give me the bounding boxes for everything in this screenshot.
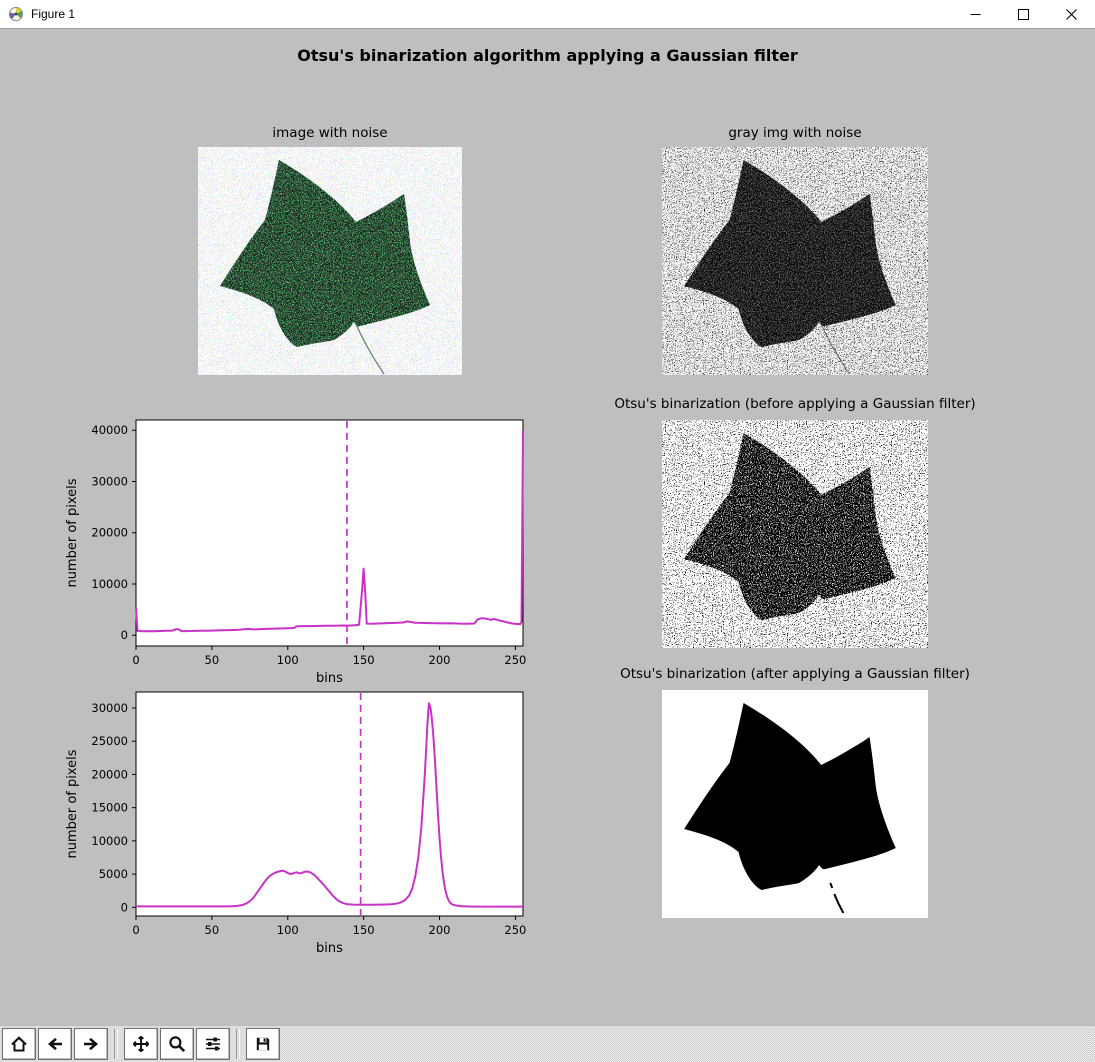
svg-text:150: 150 bbox=[353, 653, 375, 667]
panel-title-noisy-color: image with noise bbox=[198, 125, 462, 141]
minimize-button[interactable] bbox=[951, 0, 999, 28]
close-icon bbox=[1066, 9, 1077, 20]
zoom-rect-icon bbox=[168, 1035, 186, 1053]
window-titlebar[interactable]: Figure 1 bbox=[0, 0, 1095, 29]
figure-window: Figure 1 Otsu's binarization algorithm a… bbox=[0, 0, 1095, 1062]
svg-text:25000: 25000 bbox=[91, 734, 128, 748]
configure-subplots-button[interactable] bbox=[196, 1028, 230, 1060]
image-noisy-gray bbox=[662, 147, 928, 375]
home-button[interactable] bbox=[2, 1028, 36, 1060]
window-controls bbox=[951, 0, 1095, 28]
forward-button[interactable] bbox=[74, 1028, 108, 1060]
svg-text:150: 150 bbox=[353, 923, 375, 937]
histogram-after-chart: 0 50 100 150 200 250 0 5000 10000 15000 20000 25000… bbox=[62, 686, 530, 962]
svg-text:0: 0 bbox=[132, 923, 139, 937]
forward-arrow-icon bbox=[82, 1035, 100, 1053]
window-title: Figure 1 bbox=[31, 7, 75, 21]
panel-title-otsu-before: Otsu's binarization (before applying a G… bbox=[530, 396, 1060, 412]
svg-text:200: 200 bbox=[429, 923, 451, 937]
pan-button[interactable] bbox=[124, 1028, 158, 1060]
maximize-icon bbox=[1018, 9, 1029, 20]
svg-text:100: 100 bbox=[277, 923, 299, 937]
svg-text:0: 0 bbox=[132, 653, 139, 667]
minimize-icon bbox=[970, 9, 981, 20]
save-button[interactable] bbox=[246, 1028, 280, 1060]
figure-suptitle: Otsu's binarization algorithm applying a… bbox=[0, 46, 1095, 65]
svg-text:10000: 10000 bbox=[91, 834, 128, 848]
back-arrow-icon bbox=[46, 1035, 64, 1053]
svg-text:0: 0 bbox=[121, 900, 128, 914]
zoom-button[interactable] bbox=[160, 1028, 194, 1060]
svg-text:bins: bins bbox=[316, 941, 343, 956]
navigation-toolbar bbox=[0, 1026, 1095, 1062]
pan-icon bbox=[132, 1035, 150, 1053]
maximize-button[interactable] bbox=[999, 0, 1047, 28]
svg-text:50: 50 bbox=[205, 653, 220, 667]
svg-text:200: 200 bbox=[429, 653, 451, 667]
svg-text:0: 0 bbox=[121, 628, 128, 642]
image-otsu-before bbox=[662, 420, 928, 648]
image-otsu-after bbox=[662, 690, 928, 918]
svg-text:bins: bins bbox=[316, 671, 343, 686]
image-noisy-color bbox=[198, 147, 462, 375]
svg-text:250: 250 bbox=[504, 923, 526, 937]
close-button[interactable] bbox=[1047, 0, 1095, 28]
svg-text:20000: 20000 bbox=[91, 526, 128, 540]
back-button[interactable] bbox=[38, 1028, 72, 1060]
svg-text:number of pixels: number of pixels bbox=[65, 749, 80, 858]
svg-text:number of pixels: number of pixels bbox=[65, 478, 80, 587]
svg-text:100: 100 bbox=[277, 653, 299, 667]
svg-text:15000: 15000 bbox=[91, 801, 128, 815]
svg-text:40000: 40000 bbox=[91, 423, 128, 437]
svg-text:20000: 20000 bbox=[91, 767, 128, 781]
svg-text:5000: 5000 bbox=[99, 867, 128, 881]
panel-title-otsu-after: Otsu's binarization (after applying a Ga… bbox=[530, 666, 1060, 682]
svg-text:10000: 10000 bbox=[91, 577, 128, 591]
sliders-icon bbox=[204, 1035, 222, 1053]
toolbar-separator bbox=[114, 1029, 118, 1059]
save-icon bbox=[254, 1035, 272, 1053]
matplotlib-icon bbox=[8, 6, 24, 22]
histogram-before-chart: 0 50 100 150 200 250 0 10000 20000 30000 40000 bins… bbox=[62, 414, 530, 690]
home-icon bbox=[10, 1035, 28, 1053]
svg-text:50: 50 bbox=[205, 923, 220, 937]
svg-text:250: 250 bbox=[504, 653, 526, 667]
svg-text:30000: 30000 bbox=[91, 474, 128, 488]
panel-title-noisy-gray: gray img with noise bbox=[662, 125, 928, 141]
svg-text:30000: 30000 bbox=[91, 701, 128, 715]
toolbar-separator bbox=[236, 1029, 240, 1059]
